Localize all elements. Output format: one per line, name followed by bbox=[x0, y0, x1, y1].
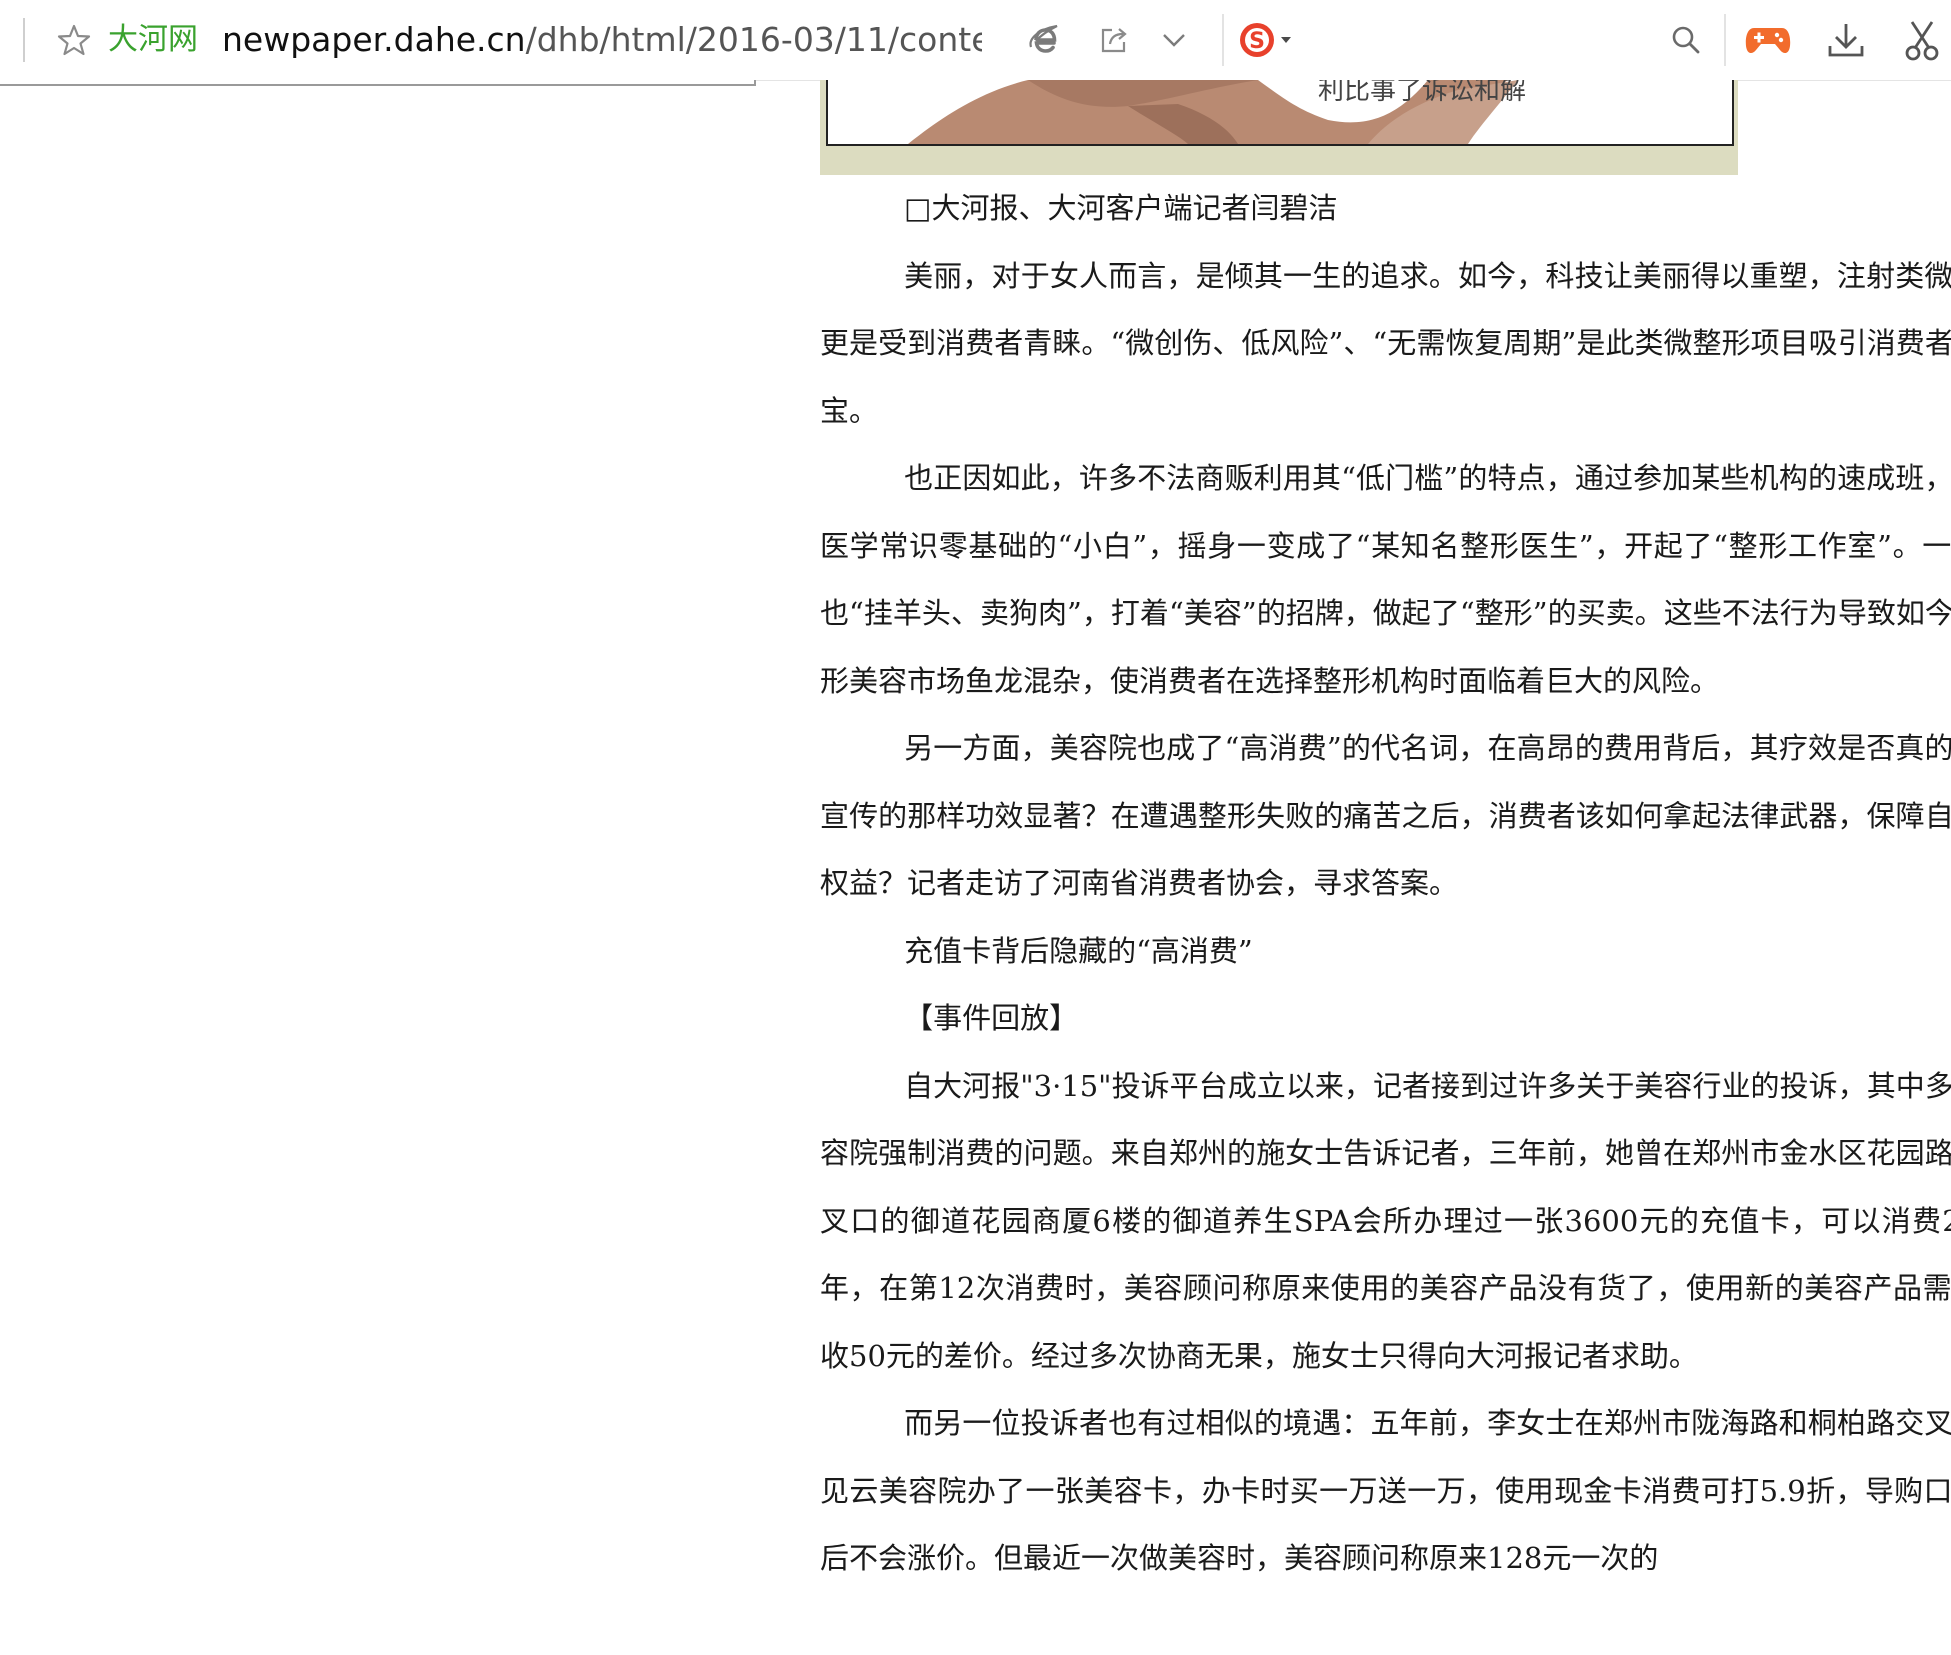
article-paragraph: 自大河报"3·15"投诉平台成立以来，记者接到过许多关于美容行业的投诉，其中多数… bbox=[820, 1068, 1951, 1373]
article-content: 利比事了诉讼和解 □大河报、大河客户端记者闫碧洁 美丽，对于女人而言，是倾其一生… bbox=[820, 80, 1951, 1655]
article-paragraph: 也正因如此，许多不法商贩利用其“低门槛”的特点，通过参加某些机构的速成班，从一个… bbox=[820, 461, 1951, 698]
article-photo: 利比事了诉讼和解 bbox=[826, 80, 1734, 146]
star-icon[interactable] bbox=[52, 20, 96, 60]
download-icon[interactable] bbox=[1822, 16, 1870, 64]
search-icon[interactable] bbox=[1664, 18, 1708, 62]
svg-text:S: S bbox=[1249, 29, 1265, 54]
photo-frame: 利比事了诉讼和解 bbox=[820, 80, 1738, 175]
chevron-down-icon[interactable] bbox=[1152, 18, 1196, 62]
section-subheading: 【事件回放】 bbox=[904, 1001, 1079, 1035]
scissors-icon[interactable] bbox=[1898, 16, 1946, 64]
article-paragraph: 另一方面，美容院也成了“高消费”的代名词，在高昂的费用背后，其疗效是否真的如广告… bbox=[820, 731, 1951, 900]
address-bar-url[interactable]: newpaper.dahe.cn/dhb/html/2016-03/11/con… bbox=[222, 18, 982, 62]
sogou-logo-icon[interactable]: S bbox=[1236, 16, 1298, 64]
toolbar-divider bbox=[1724, 14, 1726, 66]
image-caption-fragment: 利比事了诉讼和解 bbox=[1318, 80, 1527, 106]
address-dropdown-edge bbox=[0, 80, 756, 86]
byline: □大河报、大河客户端记者闫碧洁 bbox=[904, 191, 1338, 225]
toolbar-divider bbox=[1222, 14, 1224, 66]
url-path: /dhb/html/2016-03/11/content_ bbox=[525, 20, 982, 59]
ie-compat-icon[interactable] bbox=[1022, 18, 1066, 62]
window-edge bbox=[23, 18, 25, 62]
share-icon[interactable] bbox=[1092, 18, 1136, 62]
browser-toolbar: 大河网 newpaper.dahe.cn/dhb/html/2016-03/11… bbox=[0, 0, 1951, 81]
gamepad-icon[interactable] bbox=[1742, 16, 1794, 64]
site-name-label: 大河网 bbox=[108, 22, 198, 57]
article-paragraph: 而另一位投诉者也有过相似的境遇：五年前，李女士在郑州市陇海路和桐柏路交叉口附近的… bbox=[820, 1406, 1951, 1575]
article-body: □大河报、大河客户端记者闫碧洁 美丽，对于女人而言，是倾其一生的追求。如今，科技… bbox=[820, 175, 1951, 1593]
url-host: newpaper.dahe.cn bbox=[222, 20, 526, 59]
article-paragraph: 美丽，对于女人而言，是倾其一生的追求。如今，科技让美丽得以重塑，注射类微整形项目… bbox=[820, 258, 1951, 428]
section-heading: 充值卡背后隐藏的“高消费” bbox=[904, 933, 1253, 968]
